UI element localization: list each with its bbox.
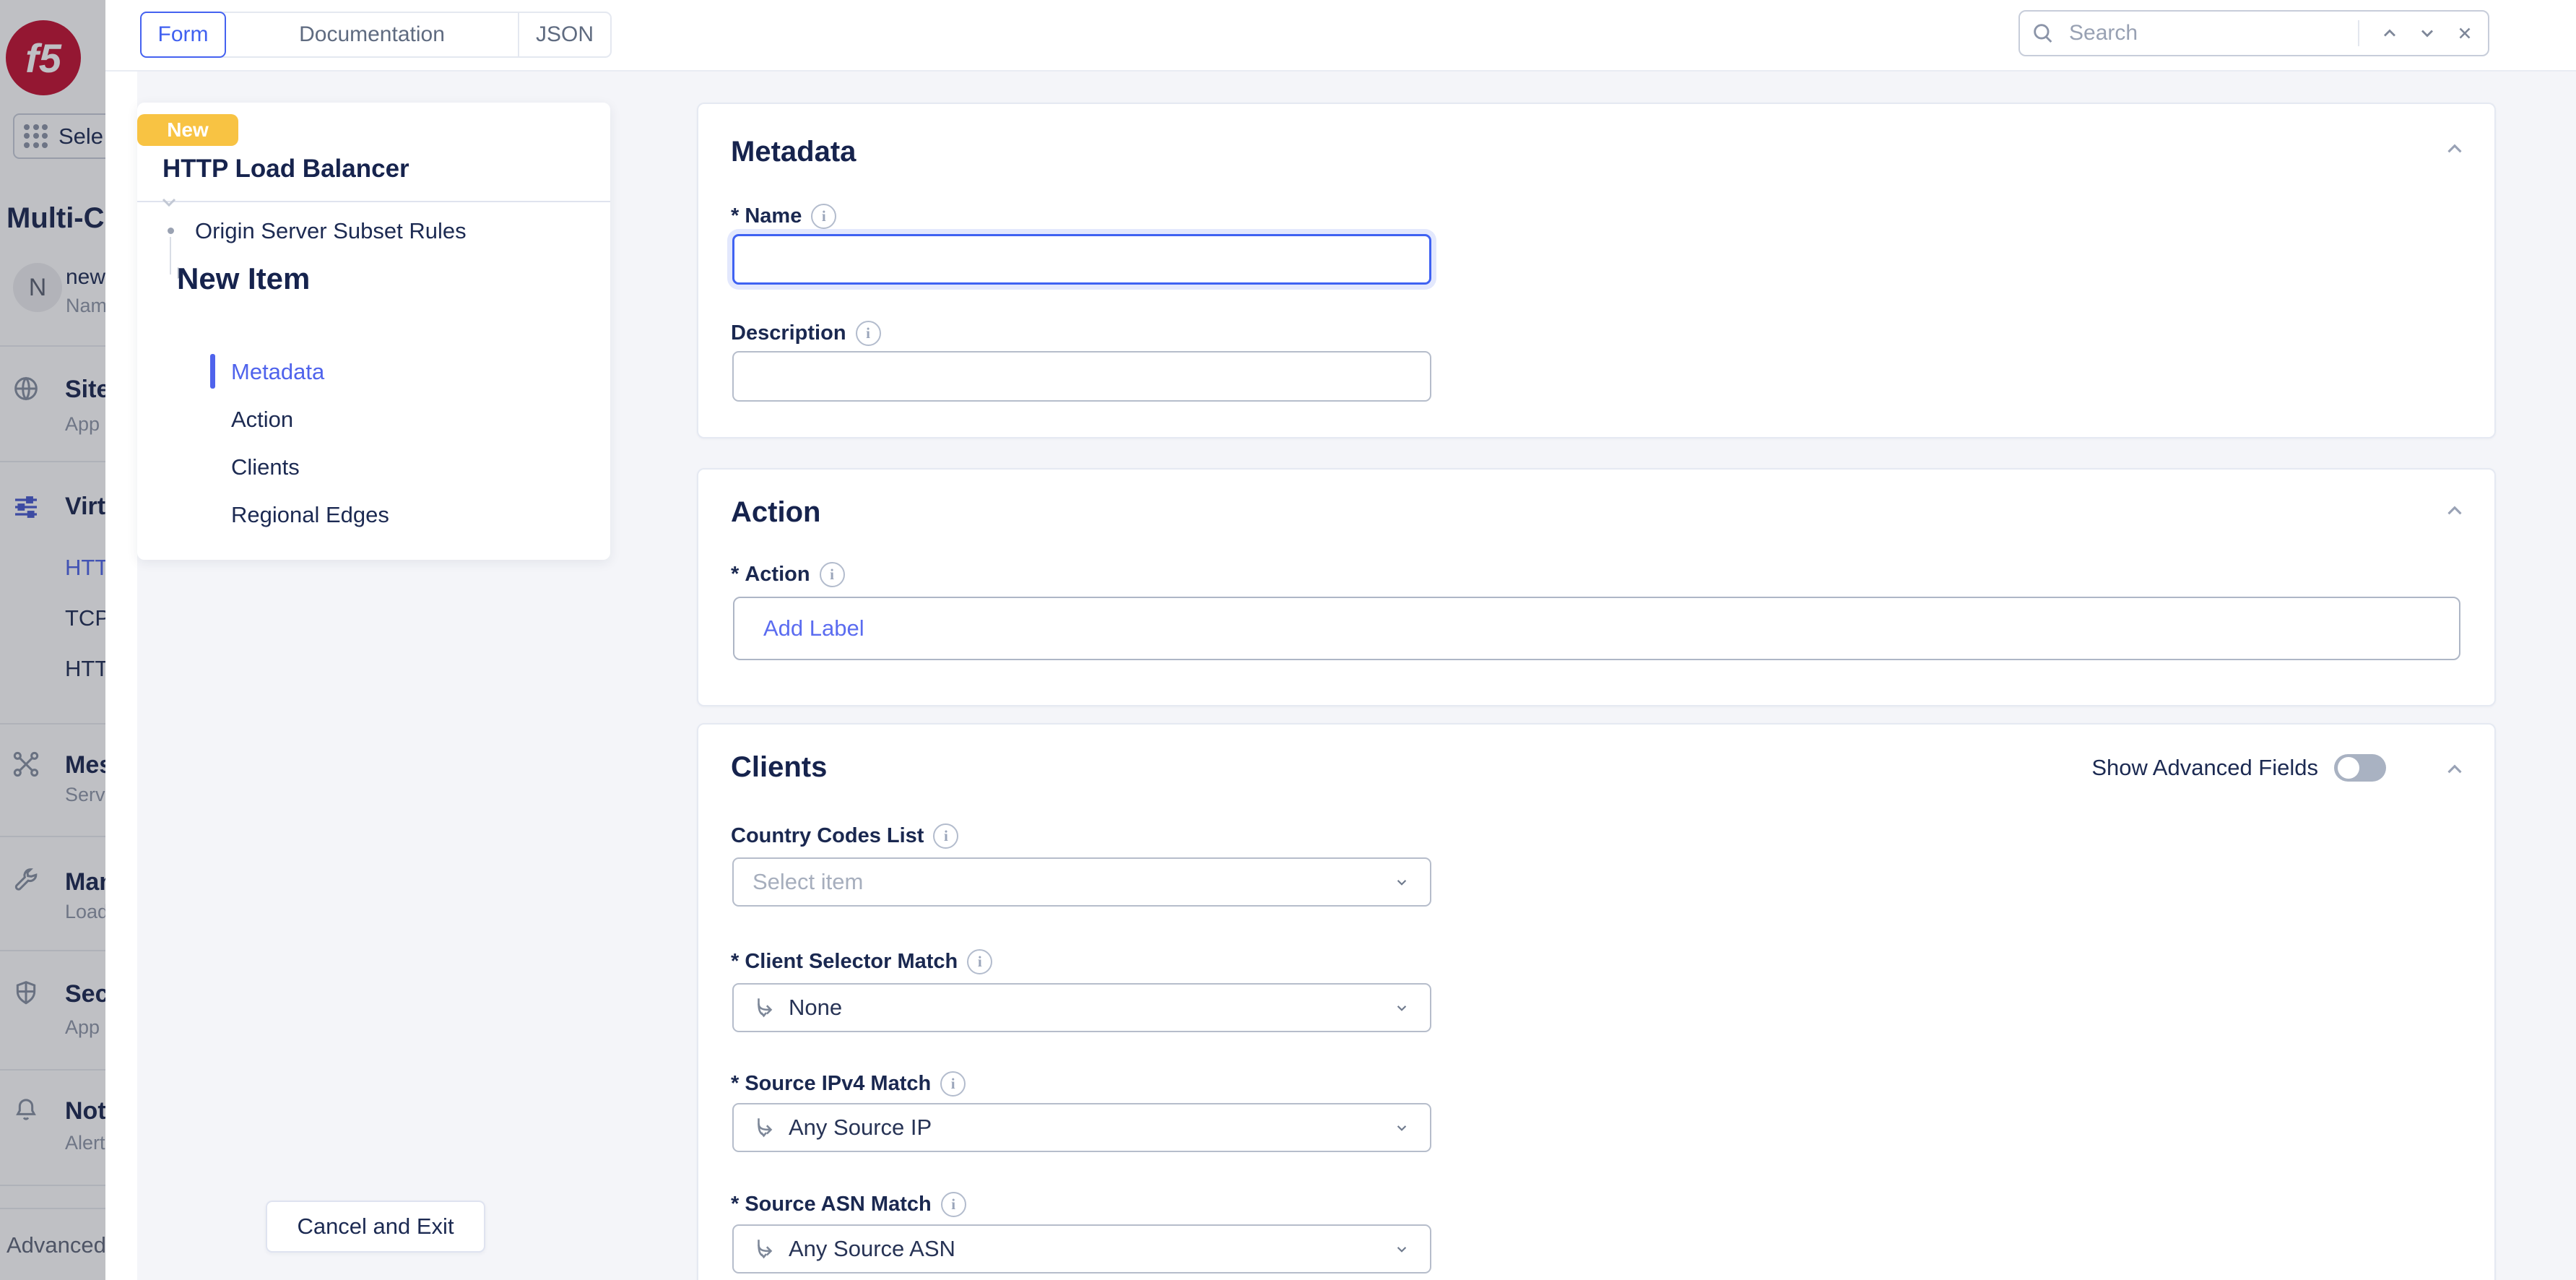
selector-branch-icon xyxy=(753,1237,777,1261)
tree-section-regional-edges[interactable]: Regional Edges xyxy=(231,502,389,528)
tree-bullet xyxy=(168,228,174,234)
chevron-down-icon xyxy=(1392,998,1411,1017)
clients-section-title: Clients xyxy=(731,751,827,784)
advanced-fields-toggle-row: Show Advanced Fields xyxy=(2091,754,2386,782)
cancel-and-exit-button[interactable]: Cancel and Exit xyxy=(266,1201,485,1253)
info-icon[interactable] xyxy=(856,321,881,346)
new-badge: New xyxy=(137,114,238,146)
metadata-section-title: Metadata xyxy=(731,136,856,168)
source-asn-match-label: Source ASN Match xyxy=(731,1192,966,1217)
drawer-topbar: Form Documentation JSON Search xyxy=(105,0,2576,72)
country-codes-select[interactable]: Select item xyxy=(732,857,1431,907)
clients-collapse-chevron-icon[interactable] xyxy=(2437,755,2472,784)
config-drawer: Form Documentation JSON Search xyxy=(105,0,2576,1280)
add-label-button[interactable]: Add Label xyxy=(763,615,864,641)
selector-branch-icon xyxy=(753,1115,777,1140)
app-root: f5 Sele Multi-C N new Nam Sites App S xyxy=(0,0,2576,1280)
info-icon[interactable] xyxy=(967,949,992,974)
source-ipv4-match-label: Source IPv4 Match xyxy=(731,1071,966,1097)
search-icon xyxy=(2027,14,2059,52)
source-asn-match-select[interactable]: Any Source ASN xyxy=(732,1224,1431,1273)
chevron-down-icon xyxy=(1392,1118,1411,1137)
chevron-down-icon xyxy=(1392,1240,1411,1258)
info-icon[interactable] xyxy=(820,562,845,587)
action-section-title: Action xyxy=(731,496,820,529)
info-icon[interactable] xyxy=(940,1071,966,1097)
show-advanced-fields-toggle[interactable] xyxy=(2334,754,2386,782)
description-label: Description xyxy=(731,321,881,346)
modal-scrim xyxy=(0,0,105,1280)
clients-section-card: Clients Show Advanced Fields Country Cod… xyxy=(697,723,2496,1280)
drawer-body: New HTTP Load Balancer Origin Server Sub… xyxy=(137,72,2576,1280)
tree-section-action[interactable]: Action xyxy=(231,407,293,433)
search-prev-button[interactable] xyxy=(2371,14,2408,52)
tree-collapse-icon[interactable] xyxy=(157,196,181,211)
tab-json[interactable]: JSON xyxy=(519,13,610,56)
tree-section-clients[interactable]: Clients xyxy=(231,454,300,480)
chevron-down-icon xyxy=(1392,873,1411,891)
tree-item-current[interactable]: New Item xyxy=(177,261,310,296)
drawer-title: HTTP Load Balancer xyxy=(162,155,409,183)
divider xyxy=(137,201,610,202)
underlying-sidebar: f5 Sele Multi-C N new Nam Sites App S xyxy=(0,0,105,1280)
name-label: Name xyxy=(731,204,836,229)
info-icon[interactable] xyxy=(811,204,836,229)
search-next-button[interactable] xyxy=(2408,14,2446,52)
active-section-indicator xyxy=(210,354,215,389)
client-selector-match-label: Client Selector Match xyxy=(731,949,992,974)
description-input[interactable] xyxy=(732,351,1431,402)
selector-branch-icon xyxy=(753,995,777,1020)
view-tab-group: Form Documentation JSON xyxy=(140,12,612,58)
country-codes-label: Country Codes List xyxy=(731,823,958,849)
client-selector-match-select[interactable]: None xyxy=(732,983,1431,1032)
show-advanced-fields-label: Show Advanced Fields xyxy=(2091,755,2318,781)
action-label-list: Add Label xyxy=(733,597,2460,660)
search-input[interactable]: Search xyxy=(2069,21,2346,46)
metadata-collapse-chevron-icon[interactable] xyxy=(2437,134,2472,163)
form-nav-card: New HTTP Load Balancer Origin Server Sub… xyxy=(137,103,610,560)
info-icon[interactable] xyxy=(933,823,958,849)
tree-section-metadata[interactable]: Metadata xyxy=(231,359,324,385)
tree-connector xyxy=(170,237,171,274)
metadata-section-card: Metadata Name Description xyxy=(697,103,2496,438)
info-icon[interactable] xyxy=(941,1192,966,1217)
action-collapse-chevron-icon[interactable] xyxy=(2437,496,2472,525)
search-box[interactable]: Search xyxy=(2018,10,2489,56)
tree-item-parent[interactable]: Origin Server Subset Rules xyxy=(195,218,467,244)
action-section-card: Action Action Add Label xyxy=(697,468,2496,706)
toggle-knob xyxy=(2338,757,2359,779)
name-input[interactable] xyxy=(732,234,1431,285)
action-label: Action xyxy=(731,562,845,587)
tab-form[interactable]: Form xyxy=(140,12,226,58)
tab-documentation[interactable]: Documentation xyxy=(226,13,519,56)
divider xyxy=(2358,20,2359,46)
source-ipv4-match-select[interactable]: Any Source IP xyxy=(732,1103,1431,1152)
search-close-button[interactable] xyxy=(2446,14,2484,52)
